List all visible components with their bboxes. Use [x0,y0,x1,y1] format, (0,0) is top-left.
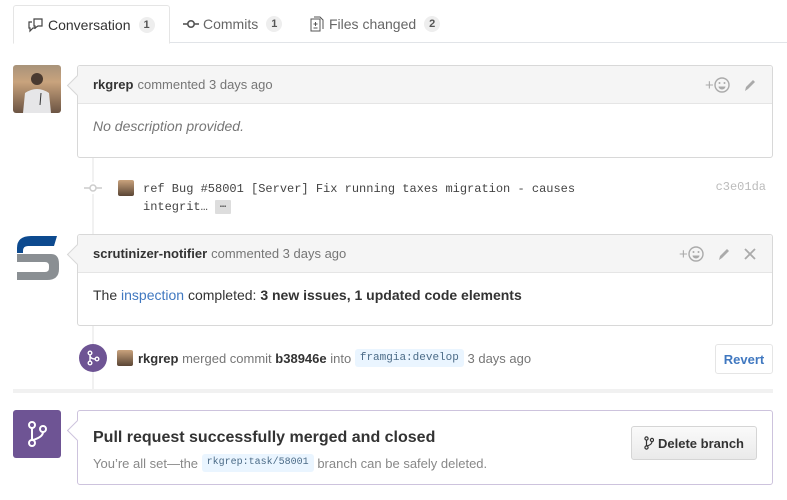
comment-body: The inspection completed: 3 new issues, … [78,273,772,323]
add-reaction-icon[interactable]: + [679,245,705,263]
tab-commits[interactable]: Commits 1 [169,5,296,43]
tab-counter: 2 [424,16,441,32]
merged-badge [79,344,107,372]
merger-name[interactable]: rkgrep [138,351,178,366]
merge-timestamp: 3 days ago [467,350,532,366]
timeline-divider [13,389,773,393]
comment-header: rkgrep commented 3 days ago + [78,66,772,104]
add-reaction-icon[interactable]: + [705,76,731,94]
merge-text: into [330,350,352,366]
tab-files-changed[interactable]: Files changed 2 [295,5,454,43]
comment-body: No description provided. [93,118,244,134]
git-commit-icon [183,20,199,29]
avatar-image [23,73,51,113]
tab-conversation[interactable]: Conversation 1 [13,5,170,44]
merged-title: Pull request successfully merged and clo… [93,429,436,446]
tab-counter: 1 [138,16,155,33]
merged-subtitle: You’re all set—the rkgrep:task/58001 bra… [93,454,487,472]
comment-header: scrutinizer-notifier commented 3 days ag… [78,235,772,273]
comment-author[interactable]: scrutinizer-notifier [93,246,207,261]
comment-bold-text: 3 new issues, 1 updated code elements [260,287,522,303]
commit-sha[interactable]: c3e01da [716,180,766,194]
tab-label: Files changed [329,16,417,32]
commit-message[interactable]: ref Bug #58001 [Server] Fix running taxe… [143,180,613,216]
svg-text:+: + [705,77,714,94]
avatar-scrutinizer[interactable] [13,234,61,282]
git-branch-icon [28,421,47,447]
comment-text: completed: [187,287,257,303]
source-branch[interactable]: rkgrep:task/58001 [201,454,314,472]
git-commit-icon [84,182,102,194]
svg-text:+: + [679,246,688,263]
target-branch[interactable]: framgia:develop [354,349,464,367]
git-merge-icon [87,350,100,366]
scrutinizer-logo-icon [17,236,59,280]
diff-icon [310,16,324,32]
commit-author-avatar[interactable] [118,180,134,196]
close-icon[interactable] [743,247,757,261]
merged-sub-text: You’re all set—the [93,455,199,471]
comment-scrutinizer: scrutinizer-notifier commented 3 days ag… [77,234,773,326]
merged-sub-text: branch can be safely deleted. [317,455,488,471]
expand-commit-button[interactable]: … [215,199,232,214]
avatar-rkgrep[interactable] [13,65,61,113]
delete-branch-label[interactable]: Delete branch [658,436,744,451]
comment-timestamp: commented 3 days ago [137,77,273,92]
merger-avatar[interactable] [117,350,133,366]
pencil-icon[interactable] [717,246,731,262]
inspection-link[interactable]: inspection [121,287,184,303]
tab-nav: Conversation 1 Commits 1 Files changed 2 [0,0,787,44]
comment-text: The [93,287,118,303]
merge-text: merged commit [182,350,272,366]
comment-discussion-icon [28,17,43,32]
comment-rkgrep: rkgrep commented 3 days ago + No descrip… [77,65,773,158]
git-branch-icon [644,436,655,450]
tab-label: Conversation [48,16,131,33]
comment-author[interactable]: rkgrep [93,77,133,92]
tab-counter: 1 [266,16,283,32]
merged-status-icon [13,410,61,458]
revert-button[interactable]: Revert [715,344,773,374]
merge-event: rkgrep merged commit b38946e into framgi… [117,349,531,367]
tab-label: Commits [203,16,259,32]
merged-status-box: Pull request successfully merged and clo… [77,410,773,485]
commit-message-text[interactable]: ref Bug #58001 [Server] Fix running taxe… [143,182,575,214]
pencil-icon[interactable] [743,77,757,93]
merge-commit-sha[interactable]: b38946e [275,351,326,366]
comment-timestamp: commented 3 days ago [211,246,347,261]
delete-branch-button[interactable]: Delete branch [631,426,757,460]
